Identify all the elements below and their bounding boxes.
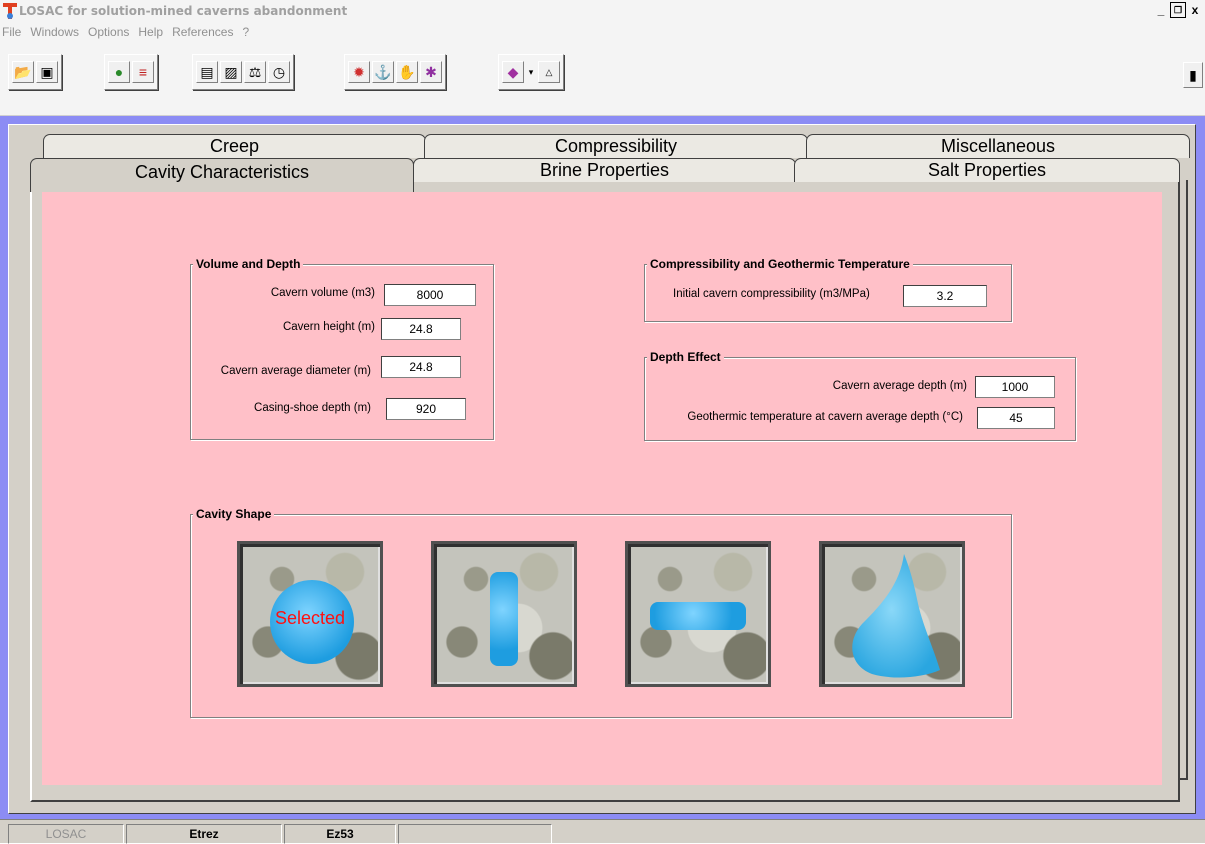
shape-sphere-button[interactable]: Selected	[237, 541, 383, 687]
vertical-cylinder-cavity-icon	[490, 572, 518, 666]
save-disk-icon[interactable]: ▣	[36, 61, 58, 83]
tab-cavity-characteristics[interactable]: Cavity Characteristics	[30, 158, 414, 192]
toolbar-group-physics: ✹ ⚓ ✋ ✱	[344, 54, 446, 90]
pressure-gauge-icon[interactable]: ⚓	[372, 61, 394, 83]
status-cavern: Ez53	[284, 824, 396, 844]
menu-about[interactable]: ?	[242, 25, 249, 39]
sphere-cavity-icon	[270, 580, 354, 664]
compressibility-input[interactable]: 3.2	[903, 285, 987, 307]
us-flag-icon[interactable]: ≡	[132, 61, 154, 83]
explosion-icon[interactable]: ✹	[348, 61, 370, 83]
toolbar-group-locale: ● ≡	[104, 54, 158, 90]
shape-pear-button[interactable]	[819, 541, 965, 687]
chart-icon[interactable]: ▨	[220, 61, 242, 83]
menu-bar: File Windows Options Help References ?	[0, 22, 1205, 42]
exit-door-icon[interactable]: ▮	[1183, 62, 1203, 88]
minimize-button[interactable]: _	[1153, 2, 1169, 18]
cavern-volume-input[interactable]: 8000	[384, 284, 476, 306]
balance-scale-icon[interactable]: ⚖	[244, 61, 266, 83]
casing-shoe-depth-input[interactable]: 920	[386, 398, 466, 420]
depth-effect-group: Depth Effect Cavern average depth (m) 10…	[644, 350, 1076, 441]
app-icon	[3, 3, 17, 19]
title-bar: LOSAC for solution-mined caverns abandon…	[0, 0, 1205, 22]
cavern-height-input[interactable]: 24.8	[381, 318, 461, 340]
shape-vertical-cylinder-button[interactable]	[431, 541, 577, 687]
geothermic-temperature-input[interactable]: 45	[977, 407, 1055, 429]
toolbar: 📂 ▣ ● ≡ ▤ ▨ ⚖ ◷ ✹ ⚓ ✋ ✱ ◆ ▾ △ ▮	[0, 42, 1205, 116]
tab-creep[interactable]: Creep	[43, 134, 426, 158]
open-folder-icon[interactable]: 📂	[12, 61, 34, 83]
toolbar-group-help: ◆ ▾ △	[498, 54, 564, 90]
stopwatch-icon[interactable]: ◷	[268, 61, 290, 83]
status-app: LOSAC	[8, 824, 124, 844]
book-icon[interactable]: ◆	[502, 61, 524, 83]
window-title: LOSAC for solution-mined caverns abandon…	[19, 4, 348, 18]
close-button[interactable]: x	[1187, 2, 1203, 18]
resolution-icon[interactable]: △	[538, 61, 560, 83]
status-site: Etrez	[126, 824, 282, 844]
tab-miscellaneous[interactable]: Miscellaneous	[806, 134, 1190, 158]
pear-cavity-icon	[852, 554, 940, 678]
menu-options[interactable]: Options	[88, 25, 129, 39]
cavern-average-depth-input[interactable]: 1000	[975, 376, 1055, 398]
horizontal-cylinder-cavity-icon	[650, 602, 746, 630]
table-icon[interactable]: ▤	[196, 61, 218, 83]
tab-compressibility[interactable]: Compressibility	[424, 134, 808, 158]
globe-icon[interactable]: ●	[108, 61, 130, 83]
tab-salt-properties[interactable]: Salt Properties	[794, 158, 1180, 182]
toolbar-group-file: 📂 ▣	[8, 54, 62, 90]
restore-button[interactable]: ❐	[1170, 2, 1186, 18]
cavity-shape-title: Cavity Shape	[193, 507, 275, 521]
cavern-diameter-input[interactable]: 24.8	[381, 356, 461, 378]
menu-windows[interactable]: Windows	[30, 25, 79, 39]
geothermic-temperature-label: Geothermic temperature at cavern average…	[687, 411, 963, 423]
cavern-height-label: Cavern height (m)	[282, 321, 375, 333]
cavity-characteristics-panel: Volume and Depth Cavern volume (m3) 8000…	[42, 192, 1162, 785]
particles-icon[interactable]: ✱	[420, 61, 442, 83]
selected-label: Selected	[274, 608, 346, 628]
volume-depth-title: Volume and Depth	[193, 257, 304, 271]
compressibility-title: Compressibility and Geothermic Temperatu…	[647, 257, 913, 271]
dropdown-arrow-icon[interactable]: ▾	[526, 61, 536, 83]
status-bar: LOSAC Etrez Ez53	[0, 819, 1205, 844]
volume-depth-group: Volume and Depth Cavern volume (m3) 8000…	[190, 257, 494, 440]
menu-help[interactable]: Help	[138, 25, 163, 39]
depth-effect-title: Depth Effect	[647, 350, 724, 364]
status-extra	[398, 824, 552, 844]
menu-references[interactable]: References	[172, 25, 233, 39]
cavern-volume-label: Cavern volume (m3)	[270, 287, 375, 299]
tab-brine-properties[interactable]: Brine Properties	[413, 158, 796, 182]
hand-icon[interactable]: ✋	[396, 61, 418, 83]
toolbar-group-data: ▤ ▨ ⚖ ◷	[192, 54, 294, 90]
cavity-shape-group: Cavity Shape Selected	[190, 507, 1012, 718]
compressibility-group: Compressibility and Geothermic Temperatu…	[644, 257, 1012, 322]
cavern-diameter-label: Cavern average diameter (m)	[220, 365, 371, 377]
casing-shoe-depth-label: Casing-shoe depth (m)	[254, 402, 371, 414]
compressibility-label: Initial cavern compressibility (m3/MPa)	[673, 288, 870, 300]
page-stack-edge	[1180, 180, 1188, 780]
menu-file[interactable]: File	[2, 25, 21, 39]
shape-horizontal-cylinder-button[interactable]	[625, 541, 771, 687]
cavern-average-depth-label: Cavern average depth (m)	[832, 380, 967, 392]
